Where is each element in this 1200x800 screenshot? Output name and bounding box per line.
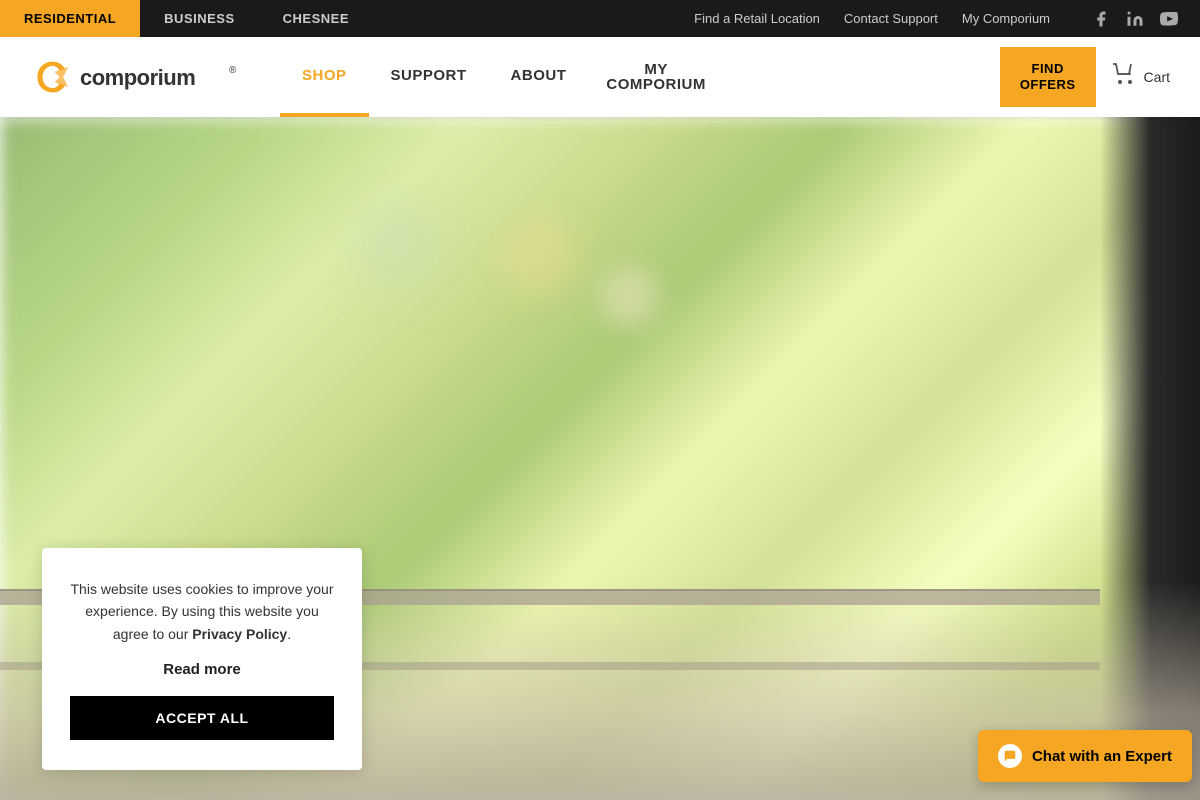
nav-about[interactable]: ABOUT (489, 37, 589, 117)
read-more-link[interactable]: Read more (70, 661, 334, 678)
contact-support-link[interactable]: Contact Support (844, 11, 938, 26)
social-links (1090, 8, 1180, 30)
chat-bubble-icon (998, 744, 1022, 768)
segment-tabs: RESIDENTIAL BUSINESS CHESNEE (0, 0, 373, 37)
my-comporium-link[interactable]: My Comporium (962, 11, 1050, 26)
accept-all-button[interactable]: ACCEPT ALL (70, 696, 334, 740)
chat-widget[interactable]: Chat with an Expert (978, 730, 1192, 782)
cart-label: Cart (1144, 69, 1170, 85)
top-bar: RESIDENTIAL BUSINESS CHESNEE Find a Reta… (0, 0, 1200, 37)
hero-section: This website uses cookies to improve you… (0, 117, 1200, 800)
cart-icon (1112, 63, 1136, 91)
nav-my-comporium-label2: COMPORIUM (606, 77, 706, 92)
nav-my-comporium-label1: MY (644, 62, 668, 77)
tab-business[interactable]: BUSINESS (140, 0, 258, 37)
logo-text-icon: comporium ® (80, 63, 240, 91)
primary-nav-links: SHOP SUPPORT ABOUT MY COMPORIUM (280, 37, 1000, 117)
nav-shop[interactable]: SHOP (280, 37, 369, 117)
svg-text:comporium: comporium (80, 65, 195, 90)
nav-support[interactable]: SUPPORT (369, 37, 489, 117)
find-offers-button[interactable]: FINDOFFERS (1000, 47, 1096, 106)
linkedin-icon[interactable] (1124, 8, 1146, 30)
chat-label: Chat with an Expert (1032, 748, 1172, 765)
facebook-icon[interactable] (1090, 8, 1112, 30)
find-retail-link[interactable]: Find a Retail Location (694, 11, 820, 26)
cookie-banner: This website uses cookies to improve you… (42, 548, 362, 770)
nav-my-comporium[interactable]: MY COMPORIUM (588, 37, 724, 117)
main-nav: comporium ® SHOP SUPPORT ABOUT MY COMPOR… (0, 37, 1200, 117)
cart-area[interactable]: Cart (1112, 63, 1170, 91)
youtube-icon[interactable] (1158, 8, 1180, 30)
tab-chesnee[interactable]: CHESNEE (259, 0, 373, 37)
tab-residential[interactable]: RESIDENTIAL (0, 0, 140, 37)
logo[interactable]: comporium ® (30, 59, 240, 95)
svg-text:®: ® (229, 65, 237, 76)
cookie-message: This website uses cookies to improve you… (70, 578, 334, 645)
utility-links: Find a Retail Location Contact Support M… (694, 8, 1180, 30)
logo-mark-icon (30, 59, 74, 95)
privacy-policy-link[interactable]: Privacy Policy (192, 626, 287, 642)
